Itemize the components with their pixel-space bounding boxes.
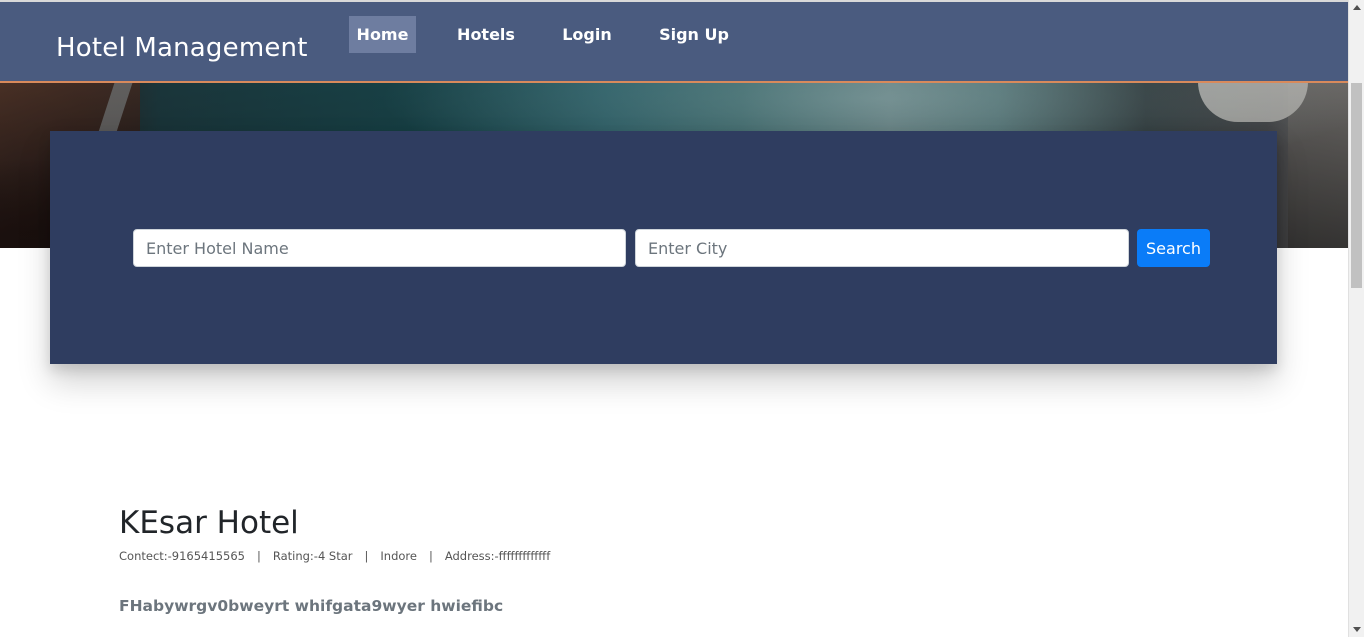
hotel-description: FHabywrgv0bweyrt whifgata9wyer hwiefibc bbox=[119, 597, 504, 615]
nav-home[interactable]: Home bbox=[349, 16, 416, 53]
scroll-up-icon[interactable] bbox=[1353, 5, 1361, 10]
top-divider bbox=[0, 0, 1348, 2]
scroll-down-icon[interactable] bbox=[1353, 627, 1361, 632]
scroll-thumb[interactable] bbox=[1351, 83, 1362, 288]
hotel-name[interactable]: KEsar Hotel bbox=[119, 505, 1219, 541]
meta-separator: | bbox=[256, 549, 261, 563]
nav-signup[interactable]: Sign Up bbox=[653, 16, 735, 53]
navbar: Hotel Management Home Hotels Login Sign … bbox=[0, 2, 1348, 83]
hotel-rating: Rating:-4 Star bbox=[272, 549, 353, 563]
nav-hotels[interactable]: Hotels bbox=[449, 16, 523, 53]
search-button[interactable]: Search bbox=[1137, 229, 1210, 267]
meta-separator: | bbox=[364, 549, 369, 563]
hotel-city: Indore bbox=[380, 549, 417, 563]
hotel-meta: Contect:-9165415565 | Rating:-4 Star | Indor… bbox=[119, 549, 1219, 563]
search-panel: Search bbox=[50, 131, 1277, 364]
nav-login[interactable]: Login bbox=[553, 16, 621, 53]
page: Hotel Management Home Hotels Login Sign … bbox=[0, 0, 1348, 637]
vertical-scrollbar[interactable] bbox=[1348, 0, 1364, 637]
city-input[interactable] bbox=[635, 229, 1129, 267]
hotel-card: KEsar Hotel Contect:-9165415565 | Rating:-… bbox=[119, 505, 1219, 615]
brand-title[interactable]: Hotel Management bbox=[56, 33, 308, 63]
hotel-name-input[interactable] bbox=[133, 229, 626, 267]
hotel-contact: Contect:-9165415565 bbox=[119, 549, 245, 563]
hotel-address: Address:-fffffffffffff bbox=[444, 549, 551, 563]
meta-separator: | bbox=[428, 549, 433, 563]
